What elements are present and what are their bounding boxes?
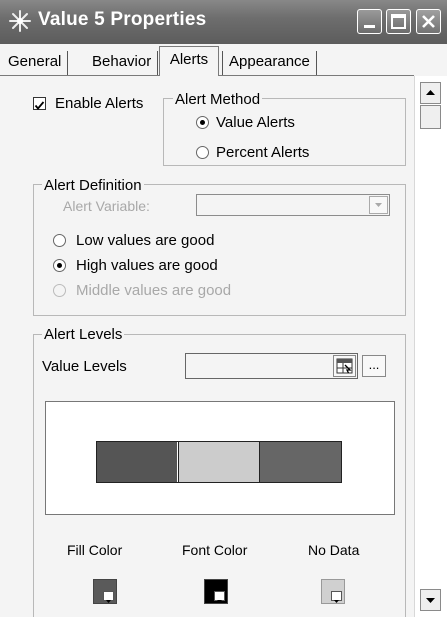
tab-general[interactable]: General	[2, 51, 69, 75]
value-alerts-radio[interactable]	[196, 116, 209, 129]
tab-appearance[interactable]: Appearance	[222, 51, 317, 75]
table-icon	[336, 358, 353, 374]
scroll-thumb[interactable]	[420, 105, 441, 129]
minimize-icon	[364, 25, 375, 28]
scroll-down-button[interactable]	[420, 589, 441, 611]
chevron-down-icon	[214, 591, 225, 603]
fill-color-label: Fill Color	[67, 542, 123, 558]
alert-variable-combo[interactable]	[196, 194, 390, 216]
title-bar[interactable]: Value 5 Properties	[0, 0, 447, 44]
alert-variable-dropdown-button[interactable]	[369, 196, 388, 214]
enable-alerts-label: Enable Alerts	[55, 95, 144, 112]
value-levels-label: Value Levels	[42, 358, 127, 375]
alerts-panel: Enable Alerts Alert Method Value Alerts …	[0, 76, 414, 617]
level-swatch-high[interactable]	[260, 442, 341, 482]
low-values-good-radio[interactable]	[53, 234, 66, 247]
sparkle-icon	[9, 10, 31, 32]
high-values-good-label: High values are good	[76, 257, 218, 274]
font-color-button[interactable]	[204, 579, 228, 604]
chevron-down-icon	[103, 591, 114, 603]
low-values-good-label: Low values are good	[76, 232, 215, 249]
level-swatch-low[interactable]	[97, 442, 177, 482]
close-icon	[422, 15, 435, 28]
no-data-color-button[interactable]	[321, 579, 345, 604]
arrow-up-icon	[426, 90, 435, 95]
chevron-down-icon	[375, 203, 382, 207]
browse-button[interactable]: ...	[362, 355, 386, 377]
fill-color-button[interactable]	[93, 579, 117, 604]
arrow-down-icon	[426, 598, 435, 603]
percent-alerts-radio[interactable]	[196, 146, 209, 159]
no-data-label: No Data	[308, 542, 360, 558]
percent-alerts-label: Percent Alerts	[216, 144, 310, 161]
high-values-good-radio[interactable]	[53, 259, 66, 272]
chevron-down-icon	[331, 591, 342, 603]
font-color-label: Font Color	[182, 542, 248, 558]
properties-window: Value 5 Properties General Behavior Aler…	[0, 0, 447, 617]
checkmark-icon	[34, 101, 45, 110]
minimize-button[interactable]	[357, 9, 382, 34]
alert-levels-title: Alert Levels	[42, 326, 125, 343]
maximize-icon	[391, 14, 406, 29]
close-button[interactable]	[416, 9, 441, 34]
middle-values-good-label: Middle values are good	[76, 282, 232, 299]
level-swatch-mid[interactable]	[178, 442, 260, 482]
enable-alerts-checkbox[interactable]	[33, 97, 46, 110]
middle-values-good-radio[interactable]	[53, 284, 66, 297]
tab-alerts[interactable]: Alerts	[159, 46, 219, 76]
alert-levels-preview	[45, 401, 395, 515]
tab-behavior[interactable]: Behavior	[86, 51, 159, 75]
alert-variable-label: Alert Variable:	[63, 198, 150, 214]
value-levels-picker-button[interactable]	[333, 355, 356, 377]
window-title: Value 5 Properties	[38, 9, 207, 30]
alert-method-title: Alert Method	[173, 91, 263, 108]
scroll-up-button[interactable]	[420, 82, 441, 104]
vertical-scrollbar[interactable]	[414, 76, 447, 617]
value-alerts-label: Value Alerts	[216, 114, 295, 131]
alert-definition-title: Alert Definition	[42, 177, 144, 194]
maximize-button[interactable]	[386, 9, 411, 34]
